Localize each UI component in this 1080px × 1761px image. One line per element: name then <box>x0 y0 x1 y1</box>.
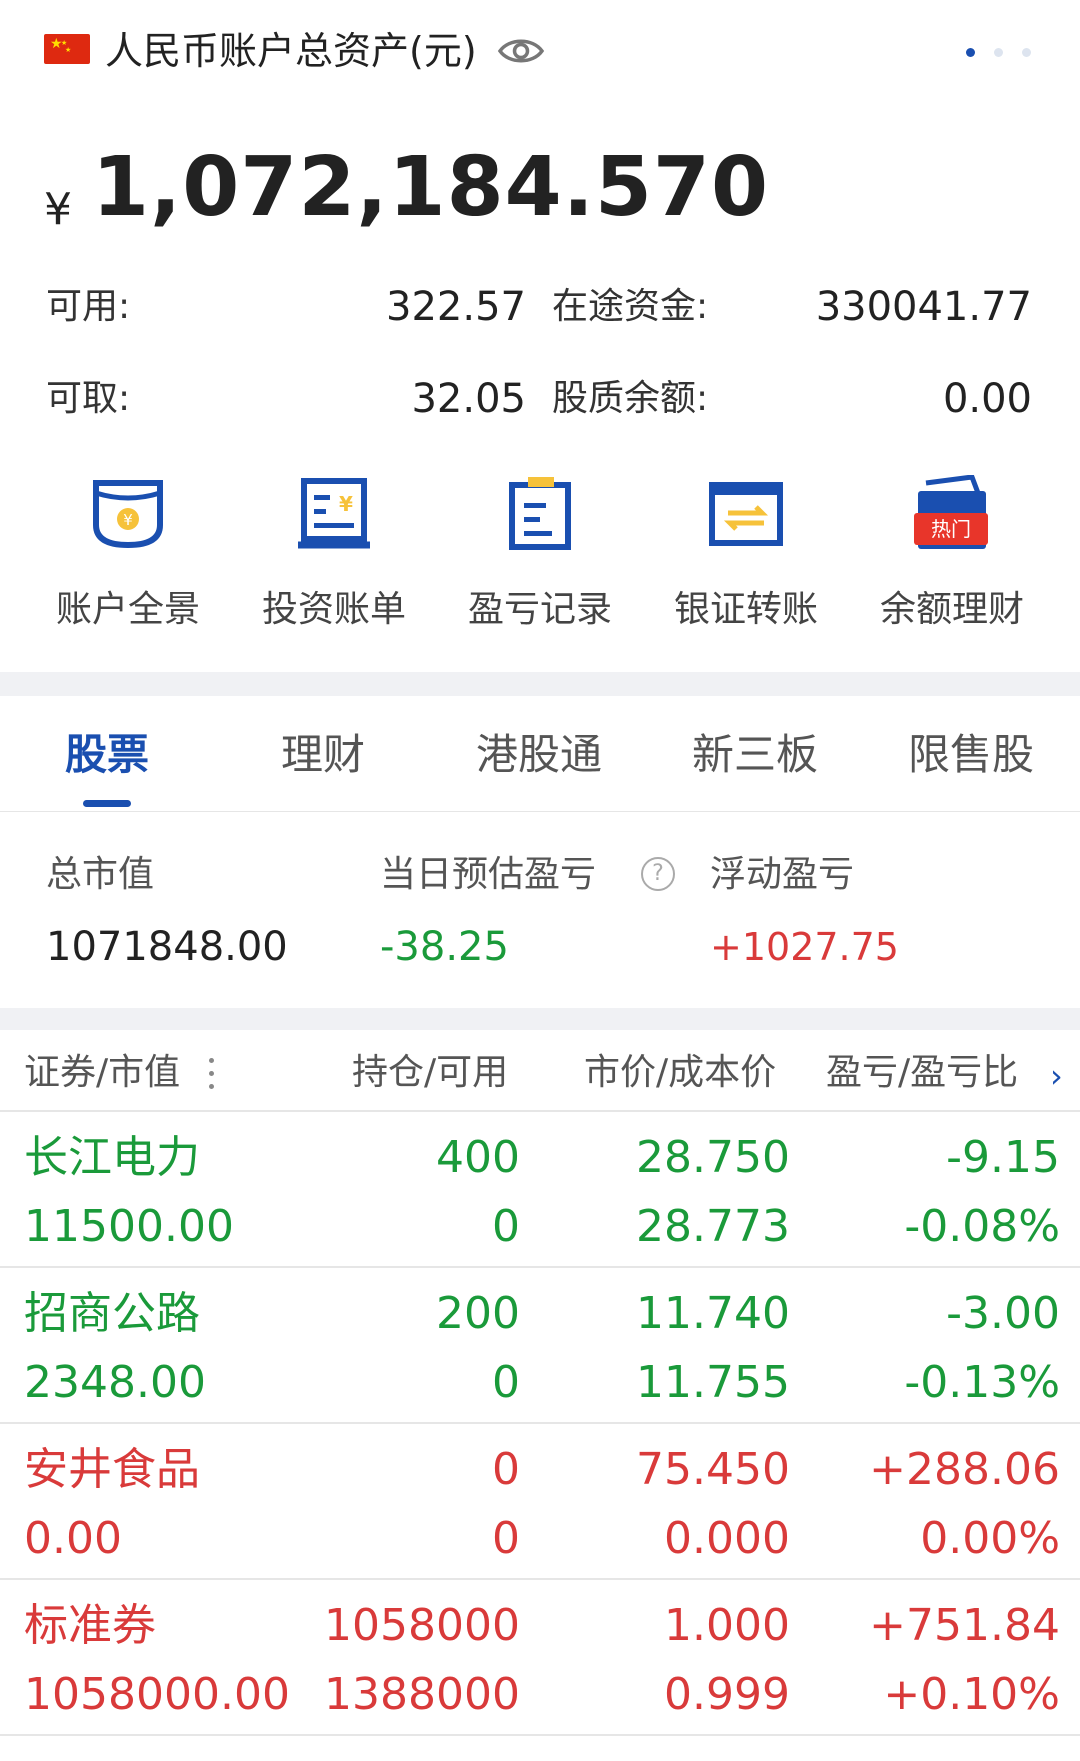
header: ★ ★ ★ 人民币账户总资产(元) <box>0 0 1080 110</box>
cost-price: 0.000 <box>664 1513 790 1564</box>
in-transit-label: 在途资金: <box>552 286 709 327</box>
cost-price: 11.755 <box>636 1357 790 1408</box>
available: 0 <box>492 1201 520 1252</box>
pledge-label: 股质余额: <box>552 378 709 419</box>
action-label: 盈亏记录 <box>467 589 612 630</box>
page-dot <box>994 48 1003 57</box>
row-divider <box>0 1422 1080 1424</box>
action-account-overview[interactable]: ¥ 账户全景 <box>28 475 228 645</box>
tab-hk-connect[interactable]: 港股通 <box>439 725 639 785</box>
profit-loss: +751.84 <box>869 1600 1060 1651</box>
daily-pl-label: 当日预估盈亏 <box>380 854 597 895</box>
position: 200 <box>436 1288 520 1339</box>
profit-loss: +288.06 <box>869 1444 1060 1495</box>
security-value: 2348.00 <box>24 1357 206 1408</box>
security-value: 11500.00 <box>24 1201 234 1252</box>
security-value: 1058000.00 <box>24 1669 290 1720</box>
sort-menu-icon[interactable] <box>209 1058 215 1092</box>
section-divider <box>0 1008 1080 1030</box>
col-header-position: 持仓/可用 <box>352 1052 509 1093</box>
section-divider <box>0 672 1080 696</box>
security-name: 长江电力 <box>24 1132 200 1183</box>
action-label: 余额理财 <box>879 589 1024 630</box>
account-overview-icon: ¥ <box>93 480 163 549</box>
available-value: 322.57 <box>386 284 526 330</box>
market-price: 28.750 <box>636 1132 790 1183</box>
eye-icon[interactable] <box>497 32 545 70</box>
position: 1058000 <box>324 1600 520 1651</box>
position: 0 <box>492 1444 520 1495</box>
profit-loss: -9.15 <box>946 1132 1060 1183</box>
security-name: 安井食品 <box>24 1444 200 1495</box>
withdrawable-value: 32.05 <box>411 376 526 422</box>
market-price: 11.740 <box>636 1288 790 1339</box>
position: 400 <box>436 1132 520 1183</box>
row-divider <box>0 1110 1080 1112</box>
china-flag-icon: ★ ★ ★ <box>44 34 90 64</box>
col-header-price: 市价/成本价 <box>584 1052 777 1093</box>
tab-stocks[interactable]: 股票 <box>7 725 207 785</box>
profit-loss-record-icon <box>509 477 571 550</box>
action-label: 投资账单 <box>261 589 406 630</box>
tab-restricted-shares[interactable]: 限售股 <box>871 725 1071 785</box>
profit-loss-ratio: -0.08% <box>904 1201 1060 1252</box>
tab-divider <box>0 811 1080 812</box>
page-indicator <box>966 48 1046 58</box>
in-transit-value: 330041.77 <box>815 284 1032 330</box>
floating-pl-value: +1027.75 <box>710 925 899 969</box>
market-price: 1.000 <box>664 1600 790 1651</box>
help-icon[interactable]: ? <box>641 857 675 891</box>
action-bank-transfer[interactable]: 银证转账 <box>646 475 846 645</box>
svg-text:¥: ¥ <box>123 511 133 529</box>
cost-price: 28.773 <box>636 1201 790 1252</box>
cost-price: 0.999 <box>664 1669 790 1720</box>
action-label: 银证转账 <box>673 589 818 630</box>
pledge-value: 0.00 <box>942 376 1032 422</box>
bank-transfer-icon <box>709 482 783 546</box>
profit-loss-ratio: -0.13% <box>904 1357 1060 1408</box>
chevron-right-icon[interactable]: › <box>1050 1056 1063 1096</box>
active-tab-indicator <box>83 800 131 807</box>
page-dot <box>1022 48 1031 57</box>
profit-loss: -3.00 <box>946 1288 1060 1339</box>
action-balance-finance[interactable]: 热门 余额理财 <box>852 475 1052 645</box>
market-value: 1071848.00 <box>46 924 288 970</box>
action-investment-bill[interactable]: ¥ 投资账单 <box>234 475 434 645</box>
available-label: 可用: <box>46 286 131 327</box>
row-divider <box>0 1734 1080 1736</box>
page-dot <box>966 48 975 57</box>
security-name: 标准券 <box>24 1600 156 1651</box>
col-header-pl: 盈亏/盈亏比 <box>826 1052 1019 1093</box>
investment-bill-icon: ¥ <box>298 478 370 549</box>
action-profit-loss-record[interactable]: 盈亏记录 <box>440 475 640 645</box>
hot-badge: 热门 <box>931 517 971 541</box>
daily-pl-value: -38.25 <box>380 924 509 970</box>
currency-symbol: ¥ <box>44 184 72 235</box>
row-divider <box>0 1266 1080 1268</box>
action-label: 账户全景 <box>55 589 200 630</box>
withdrawable-label: 可取: <box>46 378 131 419</box>
total-assets: 1,072,184.570 <box>92 140 770 235</box>
market-value-label: 总市值 <box>46 854 155 895</box>
row-divider <box>0 1578 1080 1580</box>
floating-pl-label: 浮动盈亏 <box>710 854 855 895</box>
available: 0 <box>492 1357 520 1408</box>
security-value: 0.00 <box>24 1513 122 1564</box>
profit-loss-ratio: +0.10% <box>883 1669 1060 1720</box>
col-header-security[interactable]: 证券/市值 <box>24 1048 180 1098</box>
tab-neeq[interactable]: 新三板 <box>655 725 855 785</box>
tab-finance[interactable]: 理财 <box>223 725 423 785</box>
profit-loss-ratio: 0.00% <box>920 1513 1060 1564</box>
market-price: 75.450 <box>636 1444 790 1495</box>
security-name: 招商公路 <box>24 1288 200 1339</box>
svg-text:¥: ¥ <box>339 492 353 516</box>
account-title: 人民币账户总资产(元) <box>105 29 477 73</box>
available: 1388000 <box>324 1669 520 1720</box>
available: 0 <box>492 1513 520 1564</box>
balance-finance-icon: 热门 <box>914 475 988 549</box>
